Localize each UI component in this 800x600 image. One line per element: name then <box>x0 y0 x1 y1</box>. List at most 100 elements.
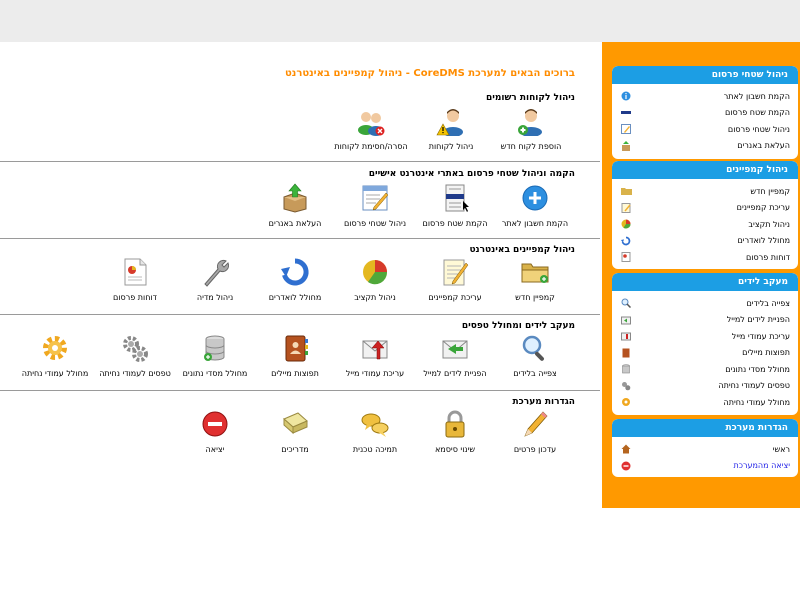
home-icon <box>620 443 632 455</box>
manage-ad-spaces-button[interactable]: ניהול שטחי פרסום <box>330 181 420 228</box>
pencil-icon <box>518 407 552 441</box>
main-content: ברוכים הבאים למערכת CoreDMS - ניהול קמפי… <box>0 42 600 542</box>
sidebar-item-upload-banners[interactable]: העלאת באנרים <box>612 138 798 155</box>
forward-leads-button[interactable]: הפניית לידים למייל <box>410 331 500 378</box>
manage-budget-button[interactable]: ניהול תקציב <box>330 255 420 302</box>
sidebar-item-view-leads[interactable]: צפייה בלידים <box>612 295 798 312</box>
sidebar-item-edit-campaigns[interactable]: עריכת קמפיינים <box>612 200 798 217</box>
sidebar-item-landing-generator[interactable]: מחולל עמודי נחיתה <box>612 394 798 411</box>
sidebar-box-settings: הגדרות מערכת ראשי יציאה מהמערכת <box>612 419 798 477</box>
sidebar-item-create-site-account[interactable]: הקמת חשבון לאתר <box>612 88 798 105</box>
sidebar-item-logout[interactable]: יציאה מהמערכת <box>612 458 798 475</box>
sidebar-box-ad-spaces: ניהול שטחי פרסום הקמת חשבון לאתר הקמת שט… <box>612 66 798 159</box>
user-warning-icon <box>434 104 468 138</box>
gear-icon <box>38 331 72 365</box>
gears-icon <box>620 380 632 392</box>
update-details-button[interactable]: עדכון פרטים <box>490 407 580 454</box>
sidebar-item-create-ad-space[interactable]: הקמת שטח פרסום <box>612 105 798 122</box>
refresh-icon <box>278 255 312 289</box>
database-icon <box>198 331 232 365</box>
section-divider <box>0 161 600 162</box>
sidebar-item-edit-mail-pages[interactable]: עריכת עמודי מייל <box>612 328 798 345</box>
sidebar-item-forward-leads[interactable]: הפניית לידים למייל <box>612 312 798 329</box>
mailing-lists-button[interactable]: תפוצות מיילים <box>250 331 340 378</box>
sidebar-item-manage-budget[interactable]: ניהול תקציב <box>612 216 798 233</box>
section-title-ad-spaces: הקמה וניהול שטחי פרסום באתרי אינטרנט איש… <box>368 169 575 179</box>
sidebar-item-landing-forms[interactable]: טפסים לעמודי נחיתה <box>612 378 798 395</box>
new-campaign-button[interactable]: קמפיין חדש <box>490 255 580 302</box>
document-cursor-icon <box>438 181 472 215</box>
exit-button[interactable]: יציאה <box>170 407 260 454</box>
database-generator-button[interactable]: מחולל מסדי נתונים <box>170 331 260 378</box>
sidebar-item-manage-ad-spaces[interactable]: ניהול שטחי פרסום <box>612 121 798 138</box>
landing-forms-button[interactable]: טפסים לעמודי נחיתה <box>90 331 180 378</box>
manage-media-button[interactable]: ניהול מדיה <box>170 255 260 302</box>
report-icon <box>620 251 632 263</box>
sidebar-item-database-generator[interactable]: מחולל מסדי נתונים <box>612 361 798 378</box>
info-icon <box>620 90 632 102</box>
box-upload-icon <box>278 181 312 215</box>
section-divider <box>0 390 600 391</box>
pie-chart-icon <box>358 255 392 289</box>
plus-circle-icon <box>518 181 552 215</box>
users-remove-icon <box>354 104 388 138</box>
mail-forward-icon <box>620 314 632 326</box>
sidebar-box-title: מעקב לידים <box>612 273 798 291</box>
chat-bubbles-icon <box>358 407 392 441</box>
welcome-title: ברוכים הבאים למערכת CoreDMS - ניהול קמפי… <box>285 68 575 79</box>
guides-button[interactable]: מדריכים <box>250 407 340 454</box>
sidebar-item-loader-generator[interactable]: מחולל לואדרים <box>612 233 798 250</box>
loader-generator-button[interactable]: מחולל לואדרים <box>250 255 340 302</box>
section-title-customers: ניהול לקוחות רשומים <box>485 93 575 103</box>
tech-support-button[interactable]: תמיכה טכנית <box>330 407 420 454</box>
exit-icon <box>198 407 232 441</box>
mail-edit-icon <box>620 330 632 342</box>
top-bar <box>0 0 800 42</box>
sidebar-box-title: ניהול קמפיינים <box>612 161 798 179</box>
sidebar-box-title: ניהול שטחי פרסום <box>612 66 798 84</box>
user-add-icon <box>514 104 548 138</box>
sidebar-item-new-campaign[interactable]: קמפיין חדש <box>612 183 798 200</box>
mail-edit-icon <box>358 331 392 365</box>
sidebar: ניהול שטחי פרסום הקמת חשבון לאתר הקמת שט… <box>602 42 800 508</box>
sidebar-box-title: הגדרות מערכת <box>612 419 798 437</box>
box-icon <box>620 140 632 152</box>
sidebar-box-leads: מעקב לידים צפייה בלידים הפניית לידים למי… <box>612 273 798 415</box>
sidebar-box-campaigns: ניהול קמפיינים קמפיין חדש עריכת קמפיינים… <box>612 161 798 269</box>
sidebar-item-home[interactable]: ראשי <box>612 441 798 458</box>
ad-reports-button[interactable]: דוחות פרסום <box>90 255 180 302</box>
section-divider <box>0 238 600 239</box>
edit-window-icon <box>358 181 392 215</box>
database-icon <box>620 363 632 375</box>
notepad-icon <box>620 202 632 214</box>
wrench-icon <box>198 255 232 289</box>
mail-forward-icon <box>438 331 472 365</box>
report-icon <box>118 255 152 289</box>
edit-campaigns-button[interactable]: עריכת קמפיינים <box>410 255 500 302</box>
edit-icon <box>620 123 632 135</box>
section-title-settings: הגדרות מערכת <box>512 397 575 407</box>
magnifier-icon <box>518 331 552 365</box>
remove-customers-button[interactable]: הסרה/חסימת לקוחות <box>326 104 416 151</box>
exit-icon <box>620 460 632 472</box>
section-title-campaigns: ניהול קמפיינים באינטרנט <box>469 245 575 255</box>
change-password-button[interactable]: שינוי סיסמא <box>410 407 500 454</box>
gears-icon <box>118 331 152 365</box>
upload-banners-button[interactable]: העלאת באנרים <box>250 181 340 228</box>
sidebar-item-ad-reports[interactable]: דוחות פרסום <box>612 249 798 266</box>
manage-customers-button[interactable]: ניהול לקוחות <box>406 104 496 151</box>
book-icon <box>278 407 312 441</box>
sidebar-item-mailing-lists[interactable]: תפוצות מיילים <box>612 345 798 362</box>
gear-icon <box>620 396 632 408</box>
create-ad-space-button[interactable]: הקמת שטח פרסום <box>410 181 500 228</box>
refresh-icon <box>620 235 632 247</box>
section-title-leads: מעקב לידים ומחולל טפסים <box>461 321 575 331</box>
view-leads-button[interactable]: צפייה בלידים <box>490 331 580 378</box>
create-site-account-button[interactable]: הקמת חשבון לאתר <box>490 181 580 228</box>
edit-mail-pages-button[interactable]: עריכת עמודי מייל <box>330 331 420 378</box>
lock-icon <box>438 407 472 441</box>
add-customer-button[interactable]: הוספת לקוח חדש <box>486 104 576 151</box>
address-book-icon <box>620 347 632 359</box>
landing-generator-button[interactable]: מחולל עמודי נחיתה <box>10 331 100 378</box>
notepad-pencil-icon <box>438 255 472 289</box>
